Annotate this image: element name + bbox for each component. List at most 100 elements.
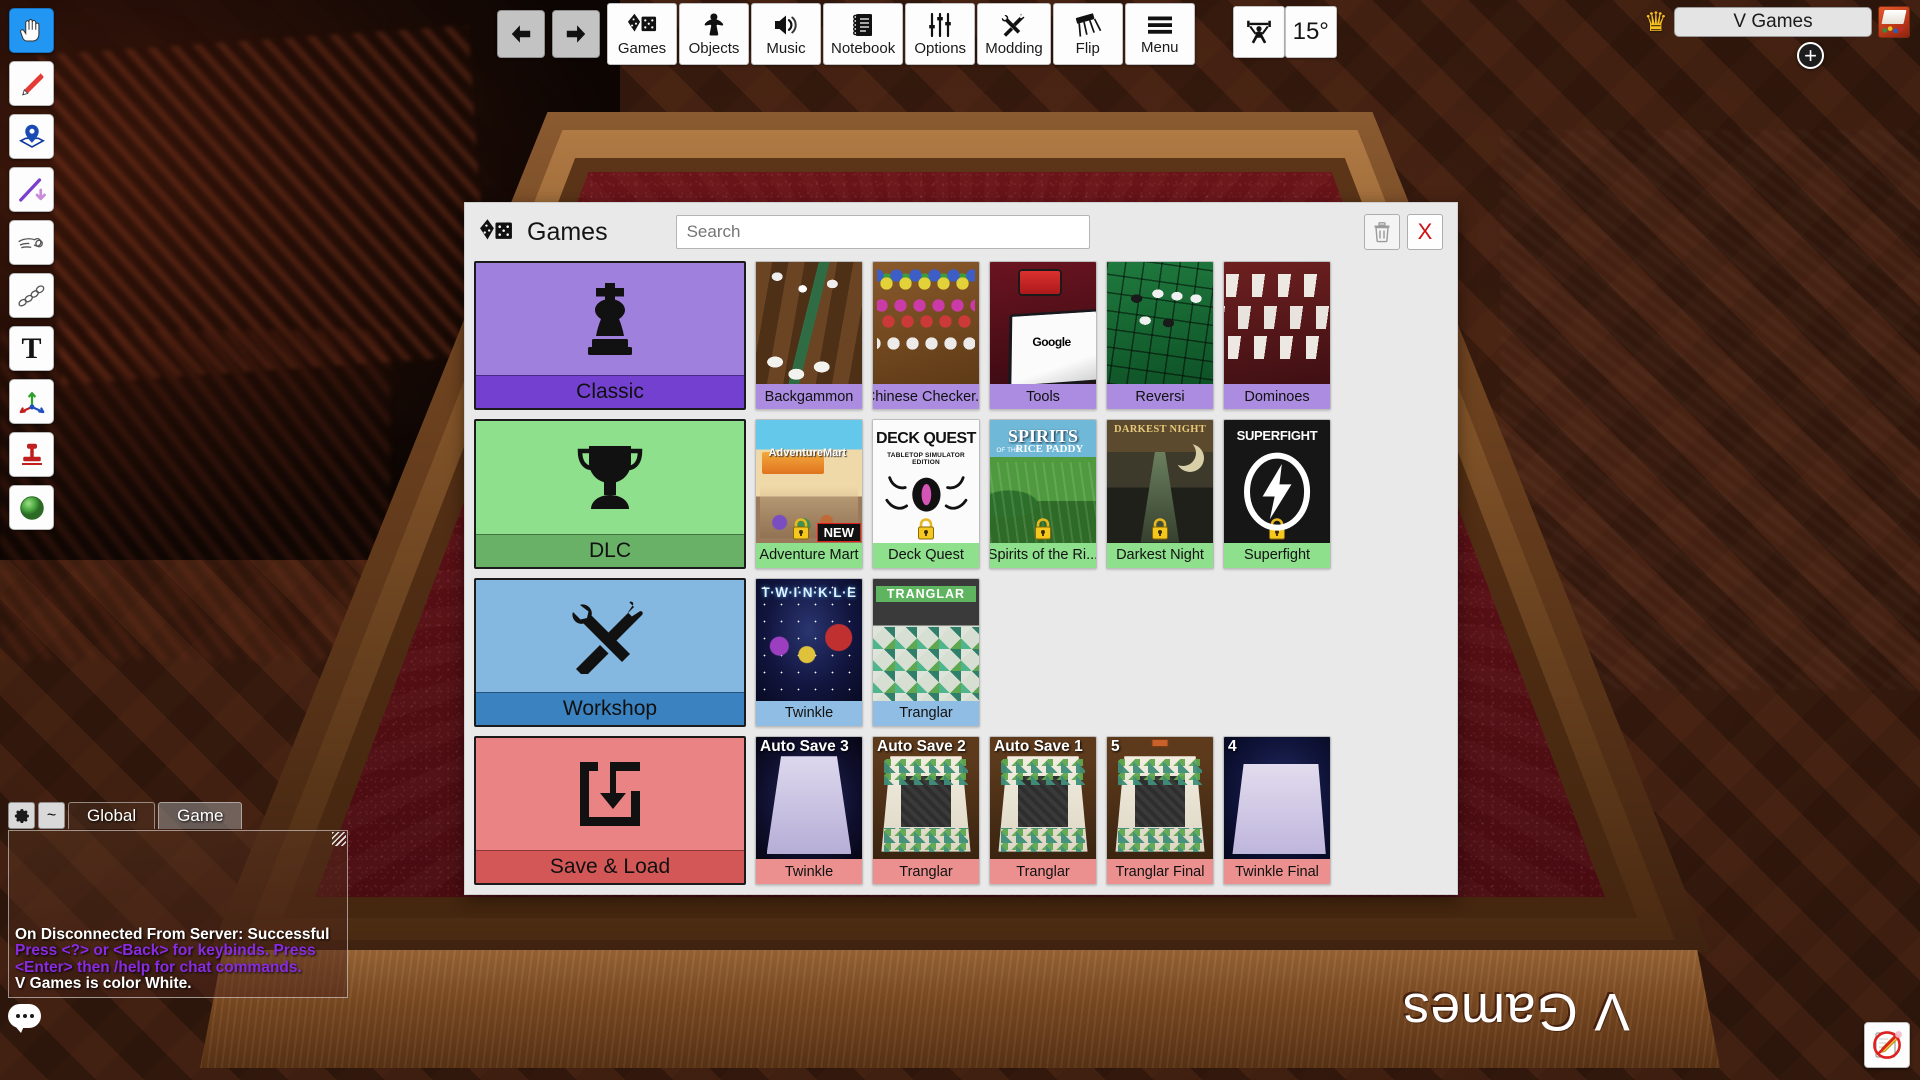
- menu-button-menu[interactable]: Menu: [1124, 3, 1195, 65]
- text-tool-button[interactable]: T: [9, 326, 54, 371]
- card-label: Tools: [990, 384, 1096, 410]
- game-card[interactable]: Backgammon: [755, 261, 863, 411]
- stamp-tool-button[interactable]: [9, 432, 54, 477]
- chess-king-icon: [588, 283, 632, 356]
- save-card[interactable]: 4 Twinkle Final: [1223, 735, 1331, 885]
- drawing-disabled-button[interactable]: [1864, 1022, 1910, 1068]
- forward-button[interactable]: [552, 10, 600, 58]
- panel-title: Games: [527, 217, 608, 246]
- chat-resize-handle[interactable]: [332, 832, 346, 846]
- back-button[interactable]: [497, 10, 545, 58]
- game-card[interactable]: SUPERFIGHT Superfight: [1223, 419, 1331, 569]
- menu-button-notebook[interactable]: Notebook: [823, 3, 904, 65]
- menu-button-music[interactable]: Music: [751, 3, 821, 65]
- card-art: Auto Save 3: [756, 736, 862, 859]
- category-label-classic: Classic: [476, 375, 744, 409]
- save-card[interactable]: Auto Save 3 Twinkle: [755, 735, 863, 885]
- game-card[interactable]: TRANGLAR Tranglar: [872, 577, 980, 727]
- top-toolbar: Games Objects Music Notebook Options Mod…: [497, 3, 1337, 65]
- grid-row-dlc: AdventureMart NEW Adventure Mart DECK QU…: [755, 419, 1448, 569]
- game-card[interactable]: SPIRITS OF THE RICE PADDY Spirits of the…: [989, 419, 1097, 569]
- game-card[interactable]: Reversi: [1106, 261, 1214, 411]
- category-tile-save-load[interactable]: Save & Load: [474, 735, 746, 885]
- chat-bubble-icon[interactable]: [8, 1004, 41, 1033]
- chat-console-button[interactable]: ~: [38, 802, 65, 829]
- chat-tab-game[interactable]: Game: [158, 802, 243, 829]
- gear-icon: [14, 809, 29, 824]
- game-card[interactable]: DECK QUEST TABLETOP SIMULATOR EDITION De…: [872, 419, 980, 569]
- menu-button-objects[interactable]: Objects: [679, 3, 749, 65]
- dot: [29, 1014, 34, 1018]
- add-player-button[interactable]: +: [1797, 42, 1824, 69]
- current-game-thumbnail[interactable]: [1878, 6, 1910, 38]
- hand-icon: [19, 18, 39, 41]
- search-input[interactable]: [675, 215, 1090, 249]
- dice-icon: [627, 13, 657, 32]
- chat-panel: ~ Global Game On Disconnected From Serve…: [8, 802, 348, 1033]
- axis-gizmo-icon: [19, 391, 44, 413]
- point-tool-button[interactable]: [9, 114, 54, 159]
- grid-row-classic: Backgammon Chinese Checker... Google Too…: [755, 261, 1448, 411]
- chat-log[interactable]: On Disconnected From Server: Successful …: [8, 830, 348, 998]
- card-art: AdventureMart NEW: [756, 420, 862, 543]
- line-tool-button[interactable]: [9, 167, 54, 212]
- save-card[interactable]: Auto Save 2 Tranglar: [872, 735, 980, 885]
- gravity-toggle-button[interactable]: [1232, 6, 1285, 58]
- notebook-icon: [853, 14, 873, 36]
- game-card[interactable]: AdventureMart NEW Adventure Mart: [755, 419, 863, 569]
- category-tile-classic[interactable]: Classic: [474, 261, 746, 411]
- player-name-field[interactable]: V Games: [1674, 7, 1872, 37]
- card-label: Tranglar: [873, 700, 979, 726]
- card-label: Dominoes: [1224, 384, 1330, 410]
- card-art: Google: [990, 262, 1096, 385]
- category-icon-wrap: [476, 263, 744, 375]
- category-icon-wrap: [476, 738, 744, 850]
- menu-button-games[interactable]: Games: [607, 3, 677, 65]
- chat-message: Press <?> or <Back> for keybinds. Press …: [15, 942, 316, 976]
- card-art-title: SUPERFIGHT: [1236, 427, 1318, 443]
- category-tile-dlc[interactable]: DLC: [474, 419, 746, 569]
- save-overlay-label: 4: [1228, 737, 1237, 755]
- category-tile-workshop[interactable]: Workshop: [474, 577, 746, 727]
- menu-label-options: Options: [914, 40, 967, 57]
- flick-tool-button[interactable]: [9, 220, 54, 265]
- green-ball-icon: [19, 495, 44, 520]
- chat-message: On Disconnected From Server: Successful: [15, 925, 330, 943]
- menu-label-menu: Menu: [1141, 39, 1179, 56]
- game-card[interactable]: Google Tools: [989, 261, 1097, 411]
- menu-button-flip[interactable]: Flip: [1052, 3, 1123, 65]
- game-card[interactable]: Chinese Checker...: [872, 261, 980, 411]
- gizmo-tool-button[interactable]: [9, 379, 54, 424]
- menu-button-modding[interactable]: Modding: [977, 3, 1051, 65]
- chain-joint-icon: [17, 284, 44, 307]
- ball-tool-button[interactable]: [9, 485, 54, 530]
- game-card[interactable]: T·W·I·N·K·L·E Twinkle: [755, 577, 863, 727]
- chat-settings-button[interactable]: [8, 802, 35, 829]
- grid-row-workshop: T·W·I·N·K·L·E Twinkle TRANGLAR Tranglar: [755, 577, 1448, 727]
- joint-tool-button[interactable]: [9, 273, 54, 318]
- save-card[interactable]: 5 Tranglar Final: [1106, 735, 1214, 885]
- card-label: Reversi: [1107, 384, 1213, 410]
- menu-button-options[interactable]: Options: [905, 3, 976, 65]
- crown-icon: ♛: [1643, 6, 1668, 37]
- chat-tab-global[interactable]: Global: [68, 802, 156, 829]
- lightning-emblem-icon: [1243, 452, 1311, 531]
- snap-angle-button[interactable]: 15°: [1284, 6, 1337, 58]
- save-card[interactable]: Auto Save 1 Tranglar: [989, 735, 1097, 885]
- lock-icon: [1152, 517, 1168, 539]
- category-label-dlc: DLC: [476, 533, 744, 567]
- draw-tool-button[interactable]: [9, 61, 54, 106]
- dice-icon: [480, 219, 512, 240]
- close-button[interactable]: X: [1407, 214, 1443, 250]
- menu-label-flip: Flip: [1075, 40, 1100, 57]
- arrow-left-icon: [511, 25, 531, 43]
- games-panel: Games X: [464, 202, 1458, 895]
- search-wrapper: [675, 215, 1090, 249]
- hand-tool-button[interactable]: [9, 8, 54, 53]
- category-icon-wrap: [476, 421, 744, 533]
- game-card[interactable]: DARKEST NIGHT Darkest Night: [1106, 419, 1214, 569]
- game-card[interactable]: Dominoes: [1223, 261, 1331, 411]
- save-overlay-label: Auto Save 2: [877, 737, 966, 755]
- mini-thumbnail-badge: [1151, 738, 1169, 747]
- delete-button[interactable]: [1364, 214, 1400, 250]
